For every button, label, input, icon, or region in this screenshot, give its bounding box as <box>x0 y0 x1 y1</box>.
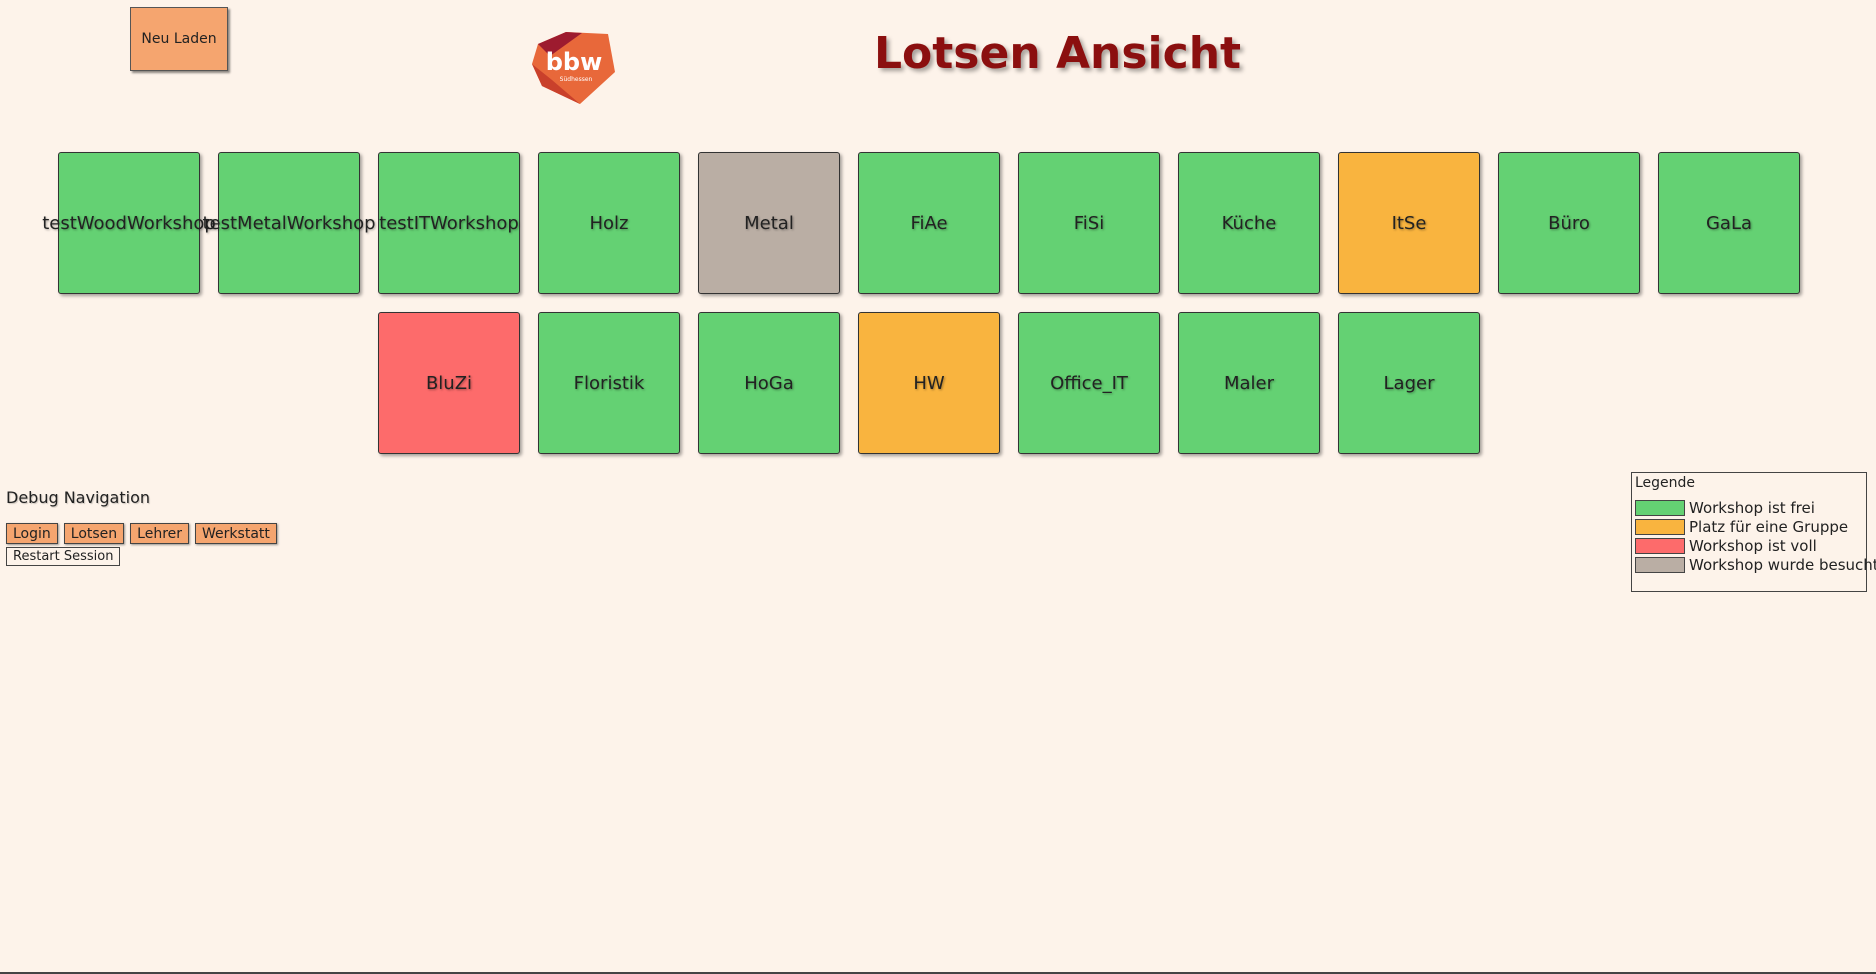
legend-swatch-full <box>1635 538 1685 554</box>
legend: Legende Workshop ist frei Platz für eine… <box>1631 472 1876 592</box>
legend-row-visited: Workshop wurde besucht <box>1635 556 1876 574</box>
debug-navigation-title: Debug Navigation <box>6 488 150 507</box>
debug-lehrer-button[interactable]: Lehrer <box>130 523 190 544</box>
legend-row-free: Workshop ist frei <box>1635 499 1815 517</box>
workshop-tile[interactable]: testMetalWorkshop <box>202 152 376 294</box>
debug-lotsen-button[interactable]: Lotsen <box>63 523 125 544</box>
legend-row-group: Platz für eine Gruppe <box>1635 518 1848 536</box>
workshop-tile[interactable]: GaLa <box>1658 152 1800 294</box>
logo-subtext: Südhessen <box>560 76 593 83</box>
workshop-tile[interactable]: Maler <box>1178 312 1320 454</box>
workshop-tile[interactable]: Office_IT <box>1018 312 1160 454</box>
workshop-tile[interactable]: Küche <box>1178 152 1320 294</box>
debug-login-button[interactable]: Login <box>6 523 58 544</box>
legend-swatch-group <box>1635 519 1685 535</box>
workshop-tile[interactable]: HW <box>858 312 1000 454</box>
reload-button[interactable]: Neu Laden <box>130 7 228 71</box>
workshop-tile[interactable]: Metal <box>698 152 840 294</box>
workshop-tile[interactable]: Büro <box>1498 152 1640 294</box>
bbw-logo: bbw Südhessen <box>532 32 615 104</box>
legend-label-full: Workshop ist voll <box>1689 537 1817 555</box>
page-title: Lotsen Ansicht <box>874 28 1242 79</box>
workshop-tile[interactable]: testITWorkshop <box>378 152 520 294</box>
workshop-tile[interactable]: HoGa <box>698 312 840 454</box>
legend-row-full: Workshop ist voll <box>1635 537 1817 555</box>
legend-label-free: Workshop ist frei <box>1689 499 1815 517</box>
legend-title: Legende <box>1635 475 1696 491</box>
logo-text: bbw <box>546 48 603 76</box>
workshop-tile[interactable]: BluZi <box>378 312 520 454</box>
workshop-tile[interactable]: Floristik <box>538 312 680 454</box>
workshop-tile[interactable]: FiAe <box>858 152 1000 294</box>
legend-swatch-free <box>1635 500 1685 516</box>
legend-label-group: Platz für eine Gruppe <box>1689 518 1849 536</box>
workshop-tile[interactable]: testWoodWorkshop <box>42 152 216 294</box>
workshop-tile[interactable]: ItSe <box>1338 152 1480 294</box>
debug-werkstatt-button[interactable]: Werkstatt <box>195 523 277 544</box>
restart-session-button[interactable]: Restart Session <box>6 547 121 566</box>
legend-label-visited: Workshop wurde besucht <box>1689 556 1876 574</box>
workshop-tile[interactable]: Holz <box>538 152 680 294</box>
workshop-tile[interactable]: FiSi <box>1018 152 1160 294</box>
legend-swatch-visited <box>1635 557 1685 573</box>
workshop-tile[interactable]: Lager <box>1338 312 1480 454</box>
debug-navigation: Login Lotsen Lehrer Werkstatt <box>6 523 277 544</box>
